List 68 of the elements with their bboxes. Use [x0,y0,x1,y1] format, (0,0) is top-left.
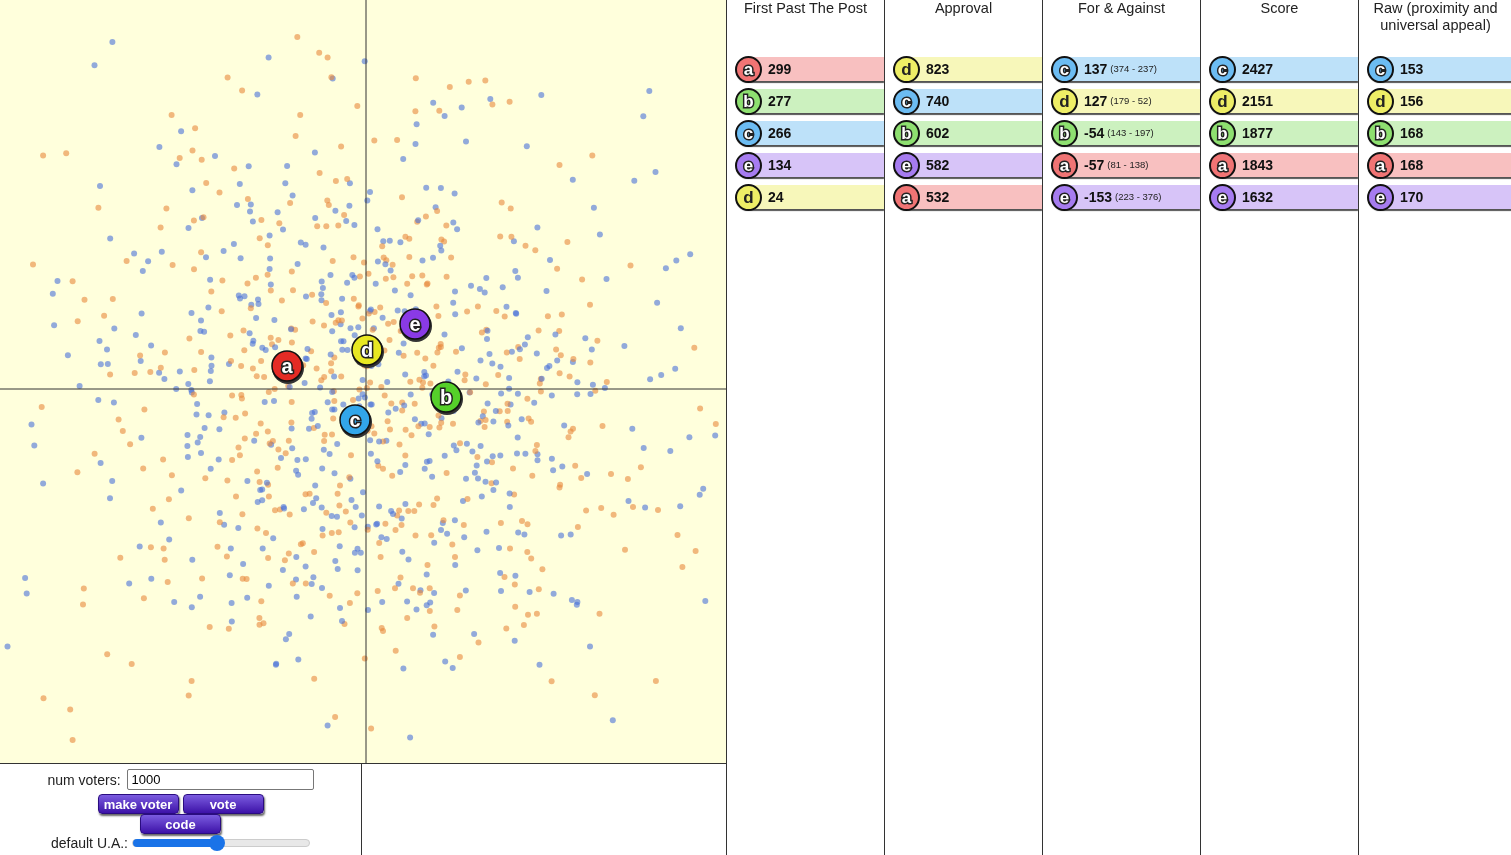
result-score: 532 [926,187,950,207]
candidate-badge: c [1367,55,1394,83]
result-score: -54 [1084,123,1105,143]
candidate-badge: d [893,55,920,83]
result-score: 153 [1400,59,1424,79]
result-score: 740 [926,91,950,111]
method-title: Approval [933,0,994,18]
candidate-badge: b [1209,119,1236,147]
result-score: 277 [768,91,792,111]
candidate-badge: e [1051,183,1078,211]
candidate-badge: c [1209,55,1236,83]
result-score: 24 [768,187,784,207]
action-button[interactable]: code [140,814,221,834]
candidate-badge: a [1367,151,1394,179]
result-score: 602 [926,123,950,143]
result-score: 137 [1084,59,1108,79]
result-score: -57 [1084,155,1105,175]
result-score: 1632 [1242,187,1274,207]
result-score: 1843 [1242,155,1274,175]
result-score: 134 [768,155,792,175]
candidate-badge: d [1367,87,1394,115]
candidate-badge: a [735,55,762,83]
candidate-badge: c [893,87,920,115]
candidate-badge: d [1209,87,1236,115]
candidate-badge: a [1051,151,1078,179]
result-score: 127 [1084,91,1108,111]
candidate-badge: c [1051,55,1078,83]
result-detail: (374 - 237) [1110,61,1157,76]
action-button[interactable]: vote [182,794,264,814]
method-title: Score [1259,0,1300,18]
num-voters-label: num voters: [47,771,121,788]
result-score: 2427 [1242,59,1274,79]
candidate-marker[interactable]: e [399,308,432,342]
candidate-badge: e [735,151,762,179]
result-detail: (223 - 376) [1115,189,1162,204]
method-title: For & Against [1076,0,1166,18]
result-detail: (179 - 52) [1110,93,1152,108]
method-title: First Past The Post [743,0,868,18]
result-score: -153 [1084,187,1113,207]
result-detail: (143 - 197) [1107,125,1154,140]
method-title: Raw (proximity and universal appeal) [1372,0,1499,35]
result-score: 170 [1400,187,1424,207]
candidate-badge: e [1209,183,1236,211]
candidate-badge: e [1367,183,1394,211]
result-score: 582 [926,155,950,175]
candidate-badge: c [735,119,762,147]
candidate-badge: e [893,151,920,179]
action-button[interactable]: make voter [97,794,179,814]
candidate-badge: b [735,87,762,115]
result-score: 2151 [1242,91,1274,111]
candidate-badge: b [1051,119,1078,147]
candidate-badge: b [1367,119,1394,147]
candidate-badge: a [1209,151,1236,179]
result-score: 1877 [1242,123,1274,143]
result-score: 266 [768,123,792,143]
num-voters-field[interactable]: 1000 [126,769,314,790]
candidate-badge: b [893,119,920,147]
result-score: 168 [1400,155,1424,175]
result-score: 299 [768,59,792,79]
result-detail: (81 - 138) [1107,157,1149,172]
result-score: 168 [1400,123,1424,143]
candidate-marker[interactable]: a [271,350,304,384]
candidate-badge: a [893,183,920,211]
candidate-badge: d [1051,87,1078,115]
result-score: 823 [926,59,950,79]
ua-label: default U.A.: [50,835,128,851]
result-score: 156 [1400,91,1424,111]
candidate-badge: d [735,183,762,211]
